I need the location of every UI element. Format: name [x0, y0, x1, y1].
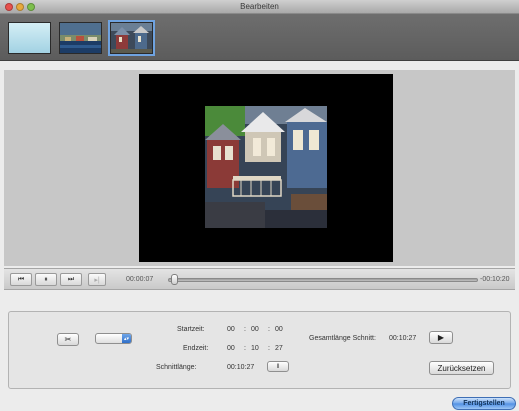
end-seconds[interactable]: 27 — [275, 345, 283, 352]
step-frame-button[interactable]: ▸| — [88, 273, 106, 286]
remaining-timecode: -00:10:20 — [480, 276, 510, 283]
current-timecode: 00:00:07 — [126, 276, 154, 283]
start-hours[interactable]: 00 — [227, 326, 235, 333]
clip-thumbnail-1[interactable] — [8, 22, 51, 54]
start-seconds[interactable]: 00 — [275, 326, 283, 333]
pause-button[interactable]: ⏸ — [35, 273, 57, 286]
finish-button[interactable]: Fertigstellen — [452, 397, 516, 410]
edit-panel: ✂ ▴▾ Startzeit: 00 : 00 : 00 Endzeit: 00… — [8, 311, 511, 389]
cut-length-label: Schnittlänge: — [156, 364, 197, 371]
clip-thumbnail-3[interactable] — [108, 20, 155, 56]
end-colon-1: : — [244, 345, 246, 352]
select-arrows-icon: ▴▾ — [122, 334, 131, 343]
cut-length-toggle-button[interactable]: ‖ — [267, 361, 289, 372]
end-colon-2: : — [268, 345, 270, 352]
clip-strip — [0, 14, 519, 61]
transport-bar: ⏮ ⏸ ⏭ ▸| 00:00:07 -00:10:20 — [4, 268, 515, 290]
skip-to-start-button[interactable]: ⏮ — [10, 273, 32, 286]
timeline-scrubber[interactable] — [168, 278, 478, 282]
total-cut-length-label: Gesamtlänge Schnitt: — [309, 335, 376, 342]
window-title: Bearbeiten — [240, 2, 279, 11]
scissors-icon: ✂ — [64, 335, 72, 344]
playhead-handle[interactable] — [171, 274, 179, 285]
start-colon-2: : — [268, 326, 270, 333]
play-cut-button[interactable]: ▶ — [429, 331, 453, 344]
play-icon: ▶ — [437, 333, 445, 342]
edit-window: Bearbeiten ⏮ ⏸ ⏭ ▸| 00:00:07 -00:10:20 ✂… — [0, 0, 519, 411]
end-time-label: Endzeit: — [183, 345, 209, 352]
bars-icon: ‖ — [276, 363, 280, 370]
skip-back-icon: ⏮ — [17, 275, 25, 283]
total-cut-length-value: 00:10:27 — [389, 335, 417, 342]
title-bar: Bearbeiten — [0, 0, 519, 14]
start-minutes[interactable]: 00 — [251, 326, 259, 333]
skip-forward-icon: ⏭ — [67, 275, 75, 283]
cut-length-value: 00:10:27 — [227, 364, 255, 371]
video-frame-image — [205, 106, 327, 228]
end-minutes[interactable]: 10 — [251, 345, 259, 352]
reset-button[interactable]: Zurücksetzen — [429, 361, 494, 375]
skip-to-end-button[interactable]: ⏭ — [60, 273, 82, 286]
strip-divider — [0, 62, 519, 70]
start-time-label: Startzeit: — [177, 326, 205, 333]
end-hours[interactable]: 00 — [227, 345, 235, 352]
start-colon-1: : — [244, 326, 246, 333]
step-forward-icon: ▸| — [94, 276, 100, 284]
pause-icon: ⏸ — [44, 275, 48, 283]
cut-button[interactable]: ✂ — [57, 333, 79, 346]
clip-thumbnail-2[interactable] — [59, 22, 102, 54]
video-preview — [139, 74, 393, 262]
preview-area — [4, 70, 515, 266]
clip-select[interactable]: ▴▾ — [95, 333, 132, 344]
